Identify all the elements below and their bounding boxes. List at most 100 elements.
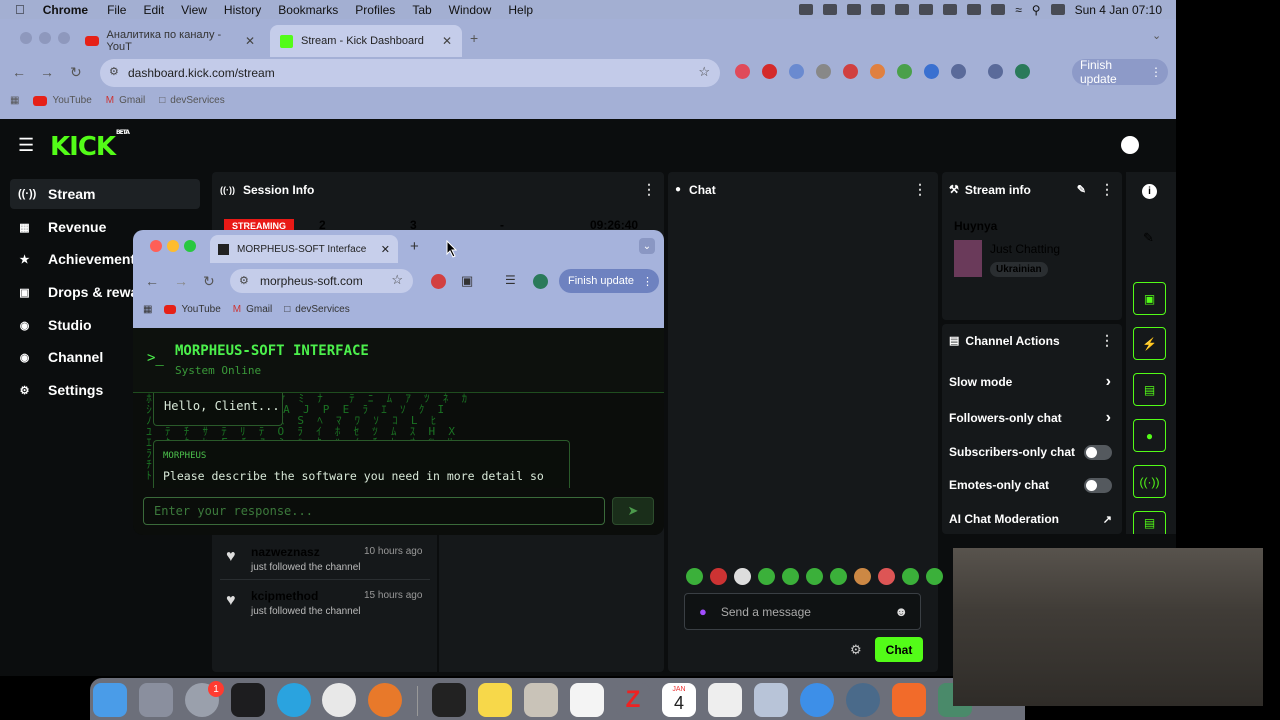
close-window-button[interactable]: [150, 240, 162, 252]
chrome-icon[interactable]: [322, 683, 356, 717]
kick-logo[interactable]: KICK BETA: [50, 129, 130, 162]
clock[interactable]: Sun 4 Jan 07:10: [1075, 3, 1162, 17]
star-icon[interactable]: ☆: [391, 272, 403, 288]
followers-only-row[interactable]: Followers-only chat ›: [949, 409, 1119, 427]
status-icon[interactable]: [847, 4, 862, 15]
status-icon[interactable]: [823, 4, 838, 15]
firefox-icon[interactable]: [368, 683, 402, 717]
quick-action-button[interactable]: ((·)): [1133, 465, 1166, 498]
status-icon[interactable]: [967, 4, 982, 15]
puzzle-icon[interactable]: [924, 64, 939, 79]
tab-kick-dashboard[interactable]: Stream - Kick Dashboard ✕: [270, 25, 462, 57]
status-icon[interactable]: [919, 4, 934, 15]
app-icon[interactable]: [524, 683, 558, 717]
reading-list-icon[interactable]: [988, 64, 1003, 79]
menu-edit[interactable]: Edit: [143, 3, 164, 17]
menu-tab[interactable]: Tab: [412, 3, 431, 17]
more-icon[interactable]: ⋮: [913, 181, 927, 198]
chat-send-button[interactable]: Chat: [875, 637, 923, 662]
emote-icon[interactable]: [854, 568, 871, 585]
reload-icon[interactable]: ↻: [70, 64, 82, 81]
control-center-icon[interactable]: [1050, 4, 1065, 15]
site-info-icon[interactable]: ⚙: [239, 274, 249, 287]
quick-action-button[interactable]: ●: [1133, 419, 1166, 452]
quick-action-button[interactable]: ▤: [1133, 373, 1166, 406]
emotes-only-row[interactable]: Emotes-only chat: [949, 477, 1112, 493]
extension-icon[interactable]: [816, 64, 831, 79]
menu-app-name[interactable]: Chrome: [43, 3, 88, 17]
zoom-window-button[interactable]: [58, 32, 70, 44]
category-name[interactable]: Just Chatting: [990, 242, 1060, 256]
edit-icon[interactable]: ✎: [1077, 183, 1086, 196]
menu-view[interactable]: View: [181, 3, 207, 17]
menu-help[interactable]: Help: [508, 3, 533, 17]
bookmark-devservices[interactable]: □ devServices: [159, 95, 225, 106]
minimize-window-button[interactable]: [167, 240, 179, 252]
bookmark-devservices[interactable]: □ devServices: [284, 304, 350, 315]
more-icon[interactable]: ⋮: [1100, 181, 1114, 198]
bookmark-youtube[interactable]: YouTube: [33, 95, 92, 106]
activity-monitor-icon[interactable]: [432, 683, 466, 717]
subscribers-only-row[interactable]: Subscribers-only chat: [949, 444, 1112, 460]
finder-icon[interactable]: [93, 683, 127, 717]
site-info-icon[interactable]: ⚙: [109, 65, 119, 78]
quick-action-button[interactable]: ▣: [1133, 282, 1166, 315]
extension-icon[interactable]: [897, 64, 912, 79]
microphone-icon[interactable]: ●: [699, 604, 707, 619]
category-thumbnail[interactable]: [954, 240, 982, 277]
tab-search-icon[interactable]: ⌄: [639, 238, 655, 254]
sidebar-item-stream[interactable]: ((·)) Stream: [10, 179, 200, 209]
back-icon[interactable]: ←: [12, 64, 26, 80]
extension-icon[interactable]: [870, 64, 885, 79]
menu-profiles[interactable]: Profiles: [355, 3, 395, 17]
finish-update-button[interactable]: Finish update ⋮: [1072, 58, 1168, 86]
more-icon[interactable]: ⋮: [1100, 332, 1114, 349]
preview-icon[interactable]: [754, 683, 788, 717]
search-icon[interactable]: ⚲: [1032, 3, 1041, 17]
launchpad-icon[interactable]: [139, 683, 173, 717]
address-bar[interactable]: ⚙ dashboard.kick.com/stream ☆: [100, 59, 720, 87]
chat-settings-icon[interactable]: ⚙: [850, 642, 862, 658]
close-tab-icon[interactable]: ✕: [381, 243, 390, 256]
tab-search-icon[interactable]: ⌄: [1152, 29, 1161, 42]
app-icon[interactable]: [570, 683, 604, 717]
profile-avatar[interactable]: [1015, 64, 1030, 79]
extensions-icon[interactable]: [951, 64, 966, 79]
address-bar[interactable]: ⚙ morpheus-soft.com ☆: [230, 269, 413, 293]
response-input[interactable]: Enter your response...: [143, 497, 605, 525]
chevron-right-icon[interactable]: ›: [1106, 409, 1111, 427]
language-tag[interactable]: Ukrainian: [990, 262, 1048, 277]
menu-bookmarks[interactable]: Bookmarks: [278, 3, 338, 17]
adblock-icon[interactable]: [431, 274, 446, 289]
menu-window[interactable]: Window: [449, 3, 492, 17]
more-icon[interactable]: ⋮: [1150, 65, 1162, 79]
new-tab-icon[interactable]: +: [410, 238, 419, 255]
close-window-button[interactable]: [20, 32, 32, 44]
emotes-only-toggle[interactable]: [1084, 477, 1112, 493]
quick-action-button[interactable]: ⚡: [1133, 327, 1166, 360]
menu-file[interactable]: File: [107, 3, 126, 17]
more-icon[interactable]: ⋮: [642, 181, 656, 198]
extension-icon[interactable]: [735, 64, 750, 79]
close-tab-icon[interactable]: ✕: [442, 34, 452, 48]
star-icon[interactable]: ☆: [698, 64, 710, 80]
external-link-icon[interactable]: ↗: [1103, 513, 1112, 526]
minimize-window-button[interactable]: [39, 32, 51, 44]
battery-icon[interactable]: [991, 4, 1006, 15]
close-tab-icon[interactable]: ✕: [245, 34, 255, 48]
menu-history[interactable]: History: [224, 3, 261, 17]
chevron-right-icon[interactable]: ›: [1106, 373, 1111, 391]
user-avatar[interactable]: [1121, 136, 1139, 154]
bookmark-gmail[interactable]: M Gmail: [233, 304, 272, 315]
wifi-icon[interactable]: ≈: [1015, 3, 1022, 17]
emote-icon[interactable]: [806, 568, 823, 585]
ai-moderation-row[interactable]: AI Chat Moderation ↗: [949, 511, 1112, 527]
emote-icon[interactable]: [878, 568, 895, 585]
tab-youtube-analytics[interactable]: Аналитика по каналу - YouT ✕: [75, 25, 265, 57]
status-icon[interactable]: [895, 4, 910, 15]
feed-user[interactable]: kcipmethod: [251, 589, 318, 603]
more-icon[interactable]: ⋮: [642, 275, 653, 288]
extension-icon[interactable]: [762, 64, 777, 79]
status-icon[interactable]: [943, 4, 958, 15]
emote-icon[interactable]: [830, 568, 847, 585]
